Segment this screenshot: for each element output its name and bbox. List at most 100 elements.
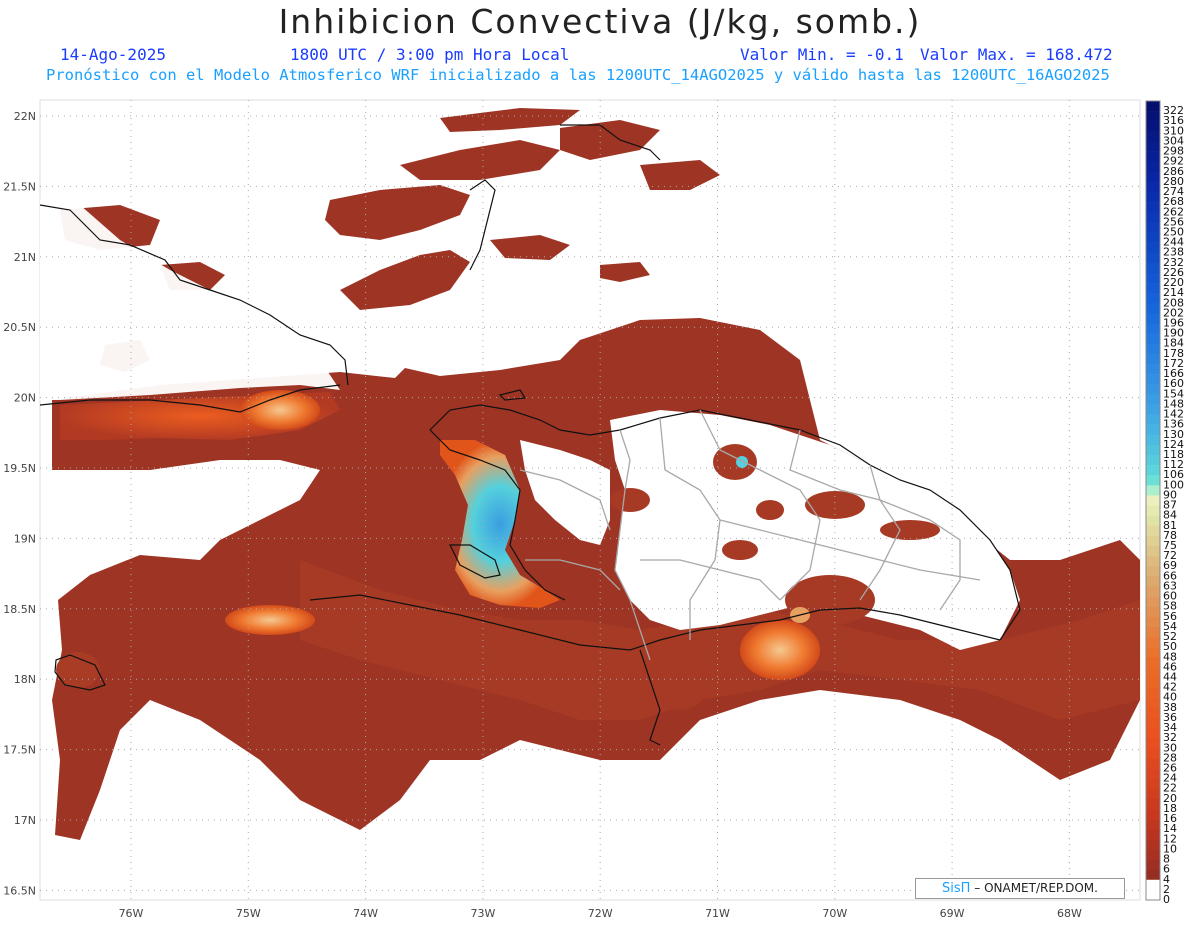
cin-cell-dr-6: [610, 488, 650, 512]
lat-label: 16.5N: [3, 884, 36, 897]
colorbar-swatch: [1146, 475, 1160, 486]
latitude-labels: 22N 21.5N 21N 20.5N 20N 19.5N 19N 18.5N 18N 17.5N…: [3, 110, 36, 897]
lon-label: 69W: [940, 907, 965, 920]
colorbar-swatch: [1146, 434, 1160, 446]
colorbar-swatch: [1146, 515, 1160, 527]
colorbar-swatch: [1146, 677, 1160, 688]
lon-label: 68W: [1057, 907, 1082, 920]
colorbar-swatch: [1146, 808, 1160, 820]
colorbar-swatch: [1146, 798, 1160, 810]
colorbar-swatch: [1146, 343, 1160, 355]
lat-label: 19N: [14, 532, 36, 545]
credit-logo: SisΠ: [942, 881, 971, 896]
colorbar-swatch: [1146, 576, 1160, 587]
colorbar-swatch: [1146, 586, 1160, 597]
lat-label: 20N: [14, 392, 36, 405]
colorbar-swatch: [1146, 748, 1160, 759]
colorbar-swatch: [1146, 171, 1160, 183]
colorbar-swatch: [1146, 606, 1160, 618]
colorbar-swatch: [1146, 505, 1160, 516]
colorbar-swatch: [1146, 181, 1160, 193]
colorbar-swatch: [1146, 151, 1160, 162]
colorbar: 3223163103042982922862802742682622562502…: [1145, 100, 1184, 906]
colorbar-swatch: [1146, 454, 1160, 466]
colorbar-swatch: [1146, 728, 1160, 739]
colorbar-swatch: [1146, 778, 1160, 790]
colorbar-swatch: [1146, 697, 1160, 709]
colorbar-swatch: [1146, 556, 1160, 567]
colorbar-swatch: [1146, 262, 1160, 274]
lat-label: 18N: [14, 673, 36, 686]
colorbar-swatch: [1146, 353, 1160, 365]
colorbar-swatch: [1146, 596, 1160, 607]
colorbar-swatch: [1146, 303, 1160, 314]
cin-cell-dr-2: [736, 456, 748, 468]
lat-label: 21N: [14, 251, 36, 264]
colorbar-swatch: [1146, 202, 1160, 213]
lon-label: 73W: [470, 907, 495, 920]
colorbar-swatch: [1146, 101, 1160, 112]
colorbar-swatch: [1146, 363, 1160, 375]
lon-label: 74W: [353, 907, 378, 920]
colorbar-swatch: [1146, 546, 1160, 557]
colorbar-swatch: [1146, 192, 1160, 203]
colorbar-swatch: [1146, 121, 1160, 132]
credit-text: – ONAMET/REP.DOM.: [970, 881, 1098, 895]
lat-label: 22N: [14, 110, 36, 123]
colorbar-swatch: [1146, 485, 1160, 496]
lon-label: 76W: [119, 907, 144, 920]
cin-cell-dr-10: [650, 650, 710, 710]
colorbar-swatch: [1146, 829, 1160, 840]
colorbar-swatch: [1146, 404, 1160, 415]
colorbar-swatch: [1146, 717, 1160, 729]
colorbar-swatch: [1146, 232, 1160, 243]
colorbar-swatch: [1146, 616, 1160, 628]
colorbar-swatch: [1146, 333, 1160, 345]
cin-field-hotspot-1: [240, 390, 320, 430]
colorbar-swatch: [1146, 889, 1160, 901]
colorbar-swatch: [1146, 647, 1160, 658]
colorbar-swatch: [1146, 768, 1160, 779]
colorbar-swatch: [1146, 879, 1160, 891]
lat-label: 20.5N: [3, 321, 36, 334]
colorbar-swatch: [1146, 414, 1160, 425]
colorbar-swatch: [1146, 384, 1160, 395]
colorbar-swatch: [1146, 313, 1160, 324]
lat-label: 17.5N: [3, 744, 36, 757]
colorbar-swatch: [1146, 849, 1160, 860]
colorbar-swatch: [1146, 637, 1160, 648]
lat-label: 21.5N: [3, 180, 36, 193]
colorbar-swatch: [1146, 566, 1160, 577]
colorbar-swatch: [1146, 707, 1160, 719]
lat-label: 19.5N: [3, 462, 36, 475]
colorbar-swatch: [1146, 758, 1160, 769]
colorbar-swatch: [1146, 738, 1160, 749]
credit-box: SisΠ – ONAMET/REP.DOM.: [915, 878, 1125, 899]
colorbar-swatch: [1146, 424, 1160, 436]
colorbar-swatch: [1146, 687, 1160, 699]
lat-label: 17N: [14, 814, 36, 827]
cin-field-hotspot-3: [740, 620, 820, 680]
colorbar-swatch: [1146, 293, 1160, 304]
colorbar-swatch: [1146, 283, 1160, 294]
cin-cell-dr-9: [880, 520, 940, 540]
colorbar-swatch: [1146, 525, 1160, 537]
colorbar-swatch: [1146, 869, 1160, 881]
colorbar-swatch: [1146, 839, 1160, 850]
longitude-labels: 76W 75W 74W 73W 72W 71W 70W 69W 68W: [119, 907, 1082, 920]
lon-label: 72W: [588, 907, 613, 920]
colorbar-swatch: [1146, 495, 1160, 506]
colorbar-swatch: [1146, 657, 1160, 668]
colorbar-swatch: [1146, 242, 1160, 254]
lat-label: 18.5N: [3, 603, 36, 616]
colorbar-swatch: [1146, 788, 1160, 800]
lon-label: 71W: [705, 907, 730, 920]
colorbar-label: 0: [1163, 893, 1170, 906]
colorbar-swatch: [1146, 272, 1160, 284]
colorbar-swatch: [1146, 111, 1160, 122]
colorbar-swatch: [1146, 141, 1160, 152]
colorbar-swatch: [1146, 819, 1160, 830]
colorbar-swatch: [1146, 465, 1160, 476]
colorbar-swatch: [1146, 859, 1160, 870]
cin-cell-dr-7: [722, 540, 758, 560]
